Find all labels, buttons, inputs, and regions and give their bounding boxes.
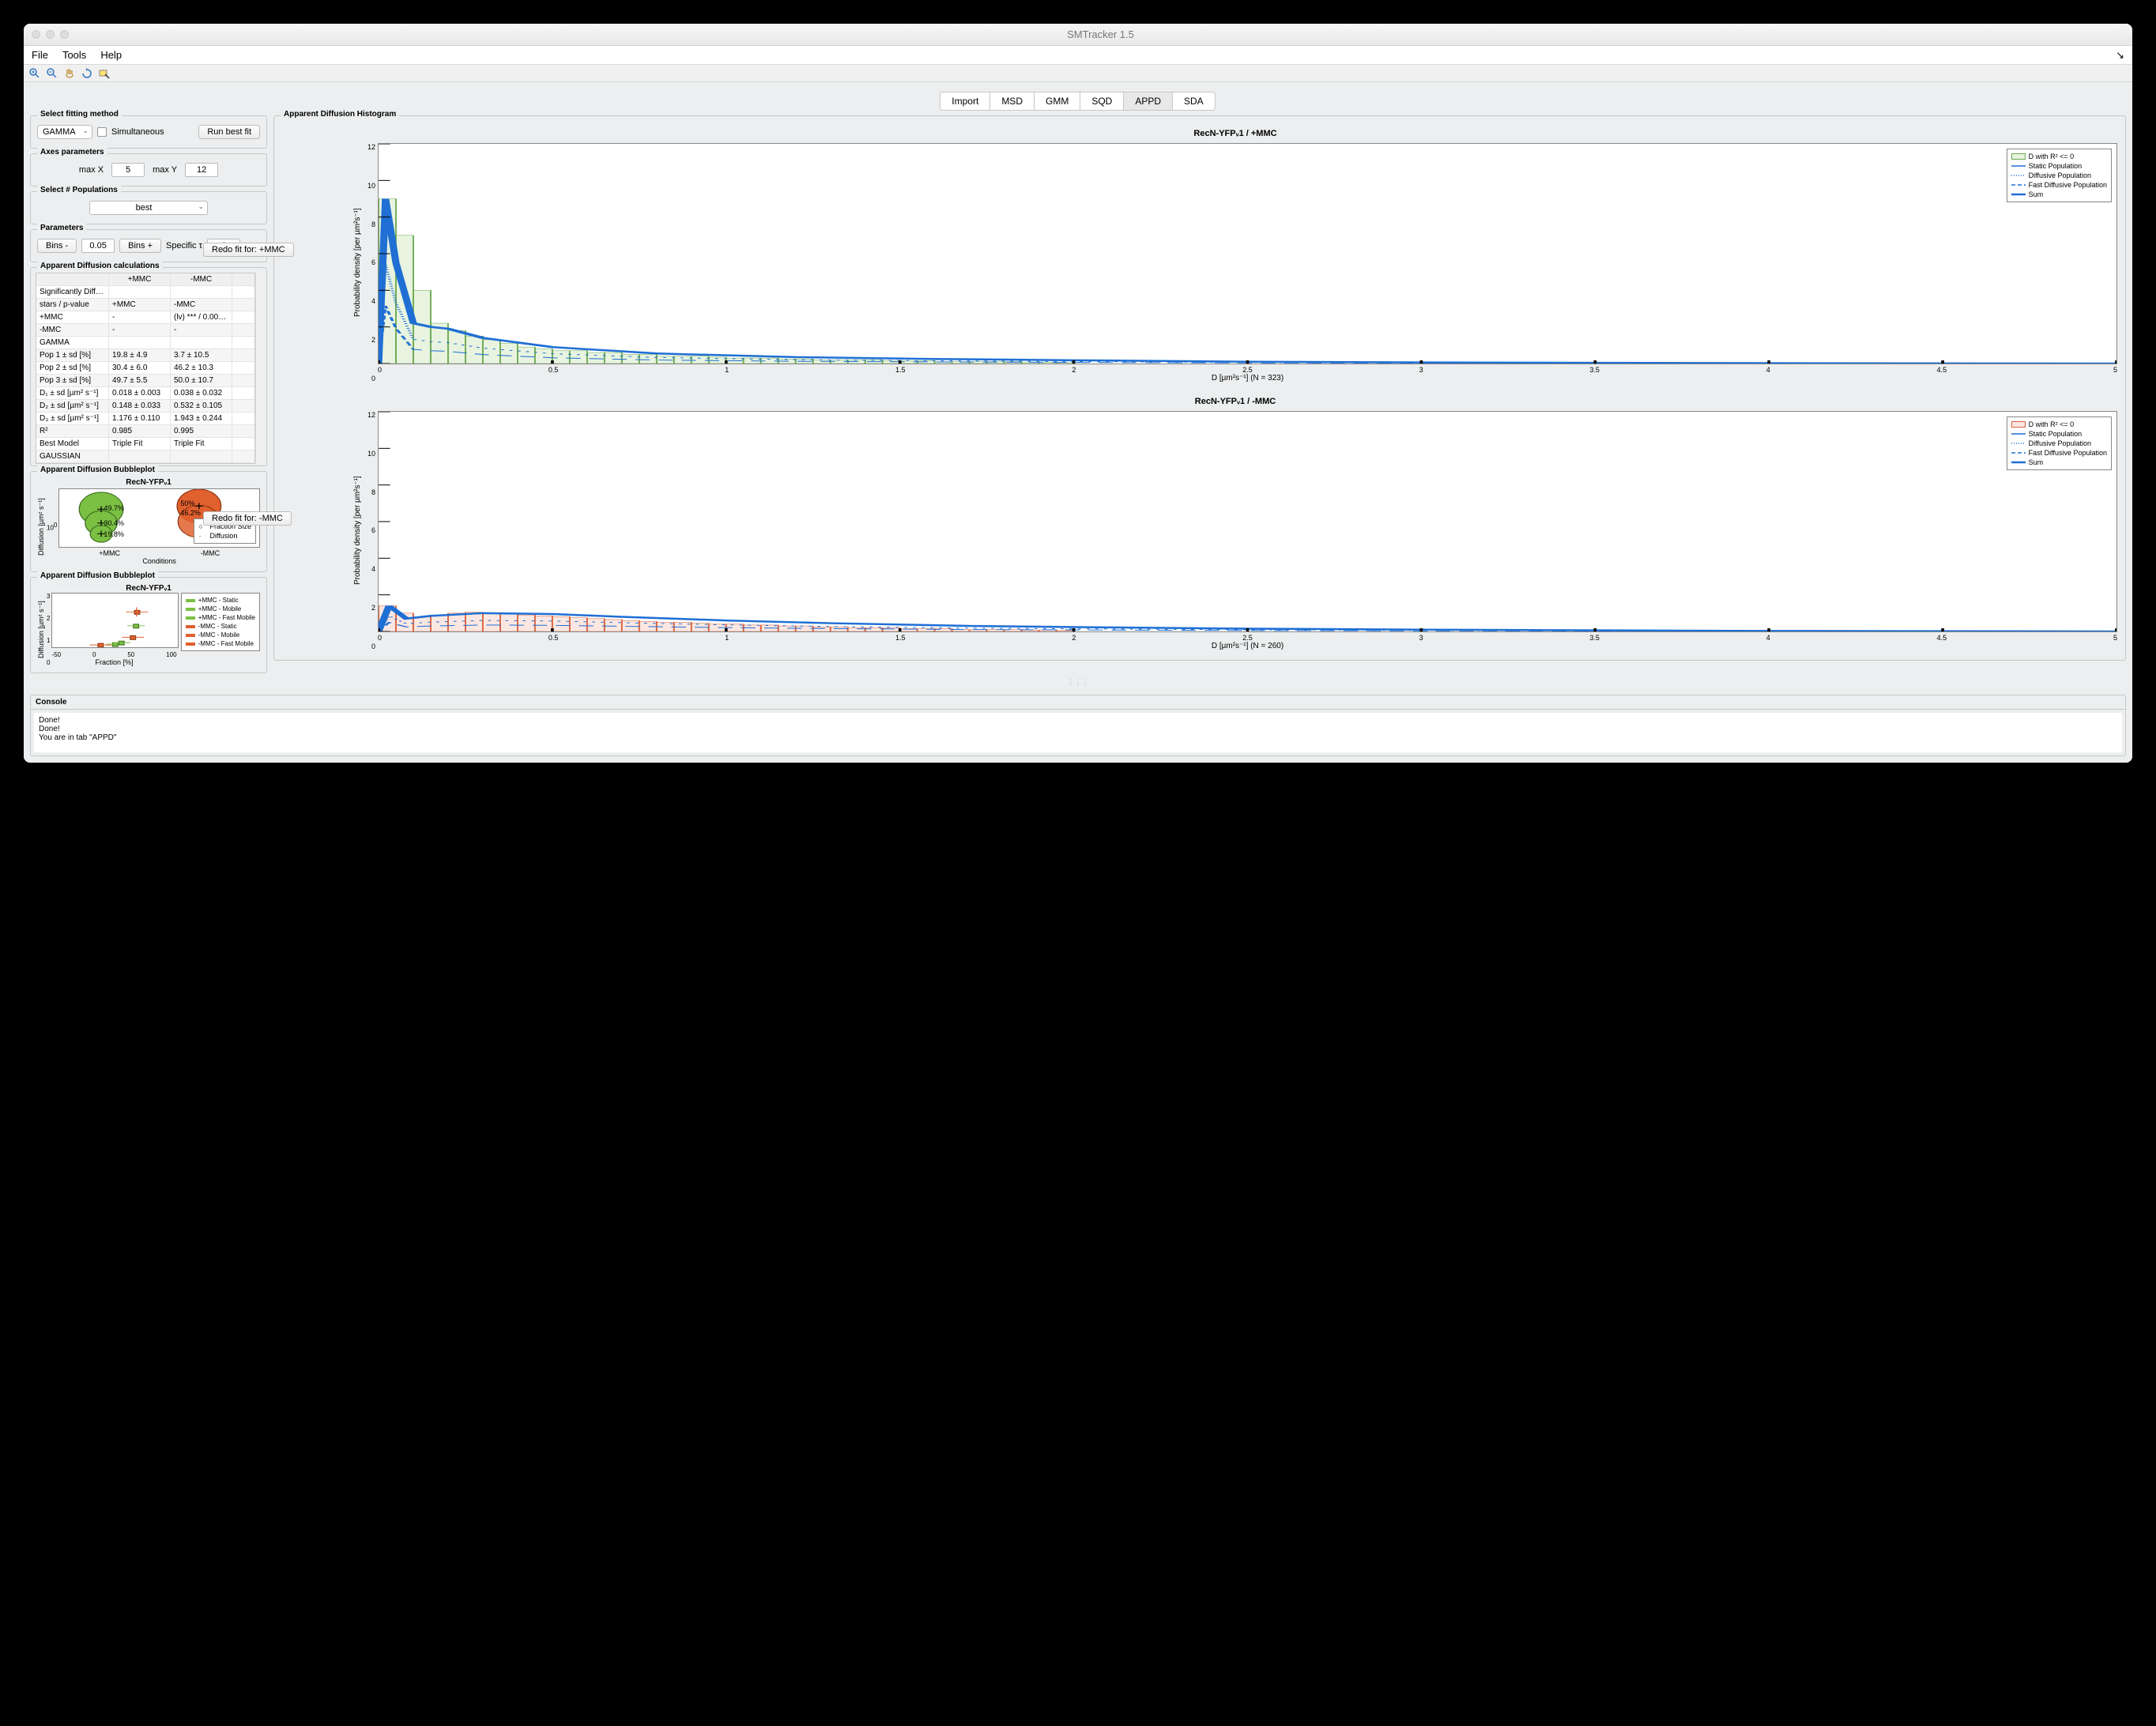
bins-plus-button[interactable]: Bins + — [119, 239, 161, 253]
content-area: Import MSD GMM SQD APPD SDA Select fitti… — [24, 82, 2132, 763]
table-row[interactable]: -MMC-- — [36, 324, 254, 337]
bubble-plot-title: RecN-YFPᵥ1 — [37, 478, 260, 487]
table-row[interactable]: Significantly Differe... — [36, 286, 254, 299]
zoom-in-icon[interactable] — [28, 67, 41, 80]
pops-title: Select # Populations — [37, 186, 121, 194]
maxx-label: max X — [79, 165, 104, 175]
fitting-group: Select fitting method GAMMA Simultaneous… — [30, 115, 267, 149]
bins-value-input[interactable] — [81, 239, 115, 253]
fitting-method-select[interactable]: GAMMA — [37, 125, 92, 139]
tab-appd[interactable]: APPD — [1123, 92, 1173, 111]
table-row[interactable]: Pop 2 ± sd [%]30.4 ± 6.046.2 ± 10.3 — [36, 362, 254, 375]
simultaneous-checkbox[interactable] — [97, 127, 107, 137]
chart1-xlabel: D [µm²s⁻¹] (N = 323) — [378, 374, 2117, 383]
menu-file[interactable]: File — [32, 49, 48, 61]
params-title: Parameters — [37, 224, 86, 232]
minimize-icon[interactable] — [46, 30, 55, 39]
table-row[interactable]: GAMMA — [36, 337, 254, 349]
dock-icon[interactable]: ↘ — [2116, 49, 2124, 62]
tab-gmm[interactable]: GMM — [1034, 92, 1080, 111]
calc-title: Apparent Diffusion calculations — [37, 262, 163, 270]
calc-group: Apparent Diffusion calculations +MMC -MM… — [30, 267, 267, 466]
data-cursor-icon[interactable] — [98, 67, 111, 80]
table-row[interactable]: D₁ ± sd [µm² s⁻¹]0.018 ± 0.0030.038 ± 0.… — [36, 387, 254, 400]
menubar: File Tools Help ↘ — [24, 46, 2132, 65]
table-header: +MMC -MMC — [36, 273, 254, 286]
axes-group: Axes parameters max X max Y — [30, 153, 267, 187]
chart2-title: RecN-YFPᵥ1 / -MMC — [353, 397, 2117, 406]
chart2-legend: D with R² <= 0 Static Population Diffusi… — [2007, 416, 2112, 470]
right-panel: Apparent Diffusion Histogram Redo fit fo… — [273, 115, 2126, 673]
populations-group: Select # Populations best — [30, 191, 267, 224]
table-row[interactable]: D₂ ± sd [µm² s⁻¹]0.148 ± 0.0330.532 ± 0.… — [36, 400, 254, 413]
chart2-xlabel: D [µm²s⁻¹] (N = 260) — [378, 642, 2117, 650]
close-icon[interactable] — [32, 30, 40, 39]
table-row[interactable]: Best ModelTriple FitTriple Fit — [36, 438, 254, 450]
menu-help[interactable]: Help — [100, 49, 122, 61]
redo-fit-plus-button[interactable]: Redo fit for: +MMC — [203, 243, 294, 257]
bubble-ytick: 100 — [47, 522, 57, 532]
maxx-input[interactable] — [111, 163, 145, 177]
histogram-group: Apparent Diffusion Histogram Redo fit fo… — [273, 115, 2126, 661]
bubble-title: Apparent Diffusion Bubbleplot — [37, 465, 158, 474]
rotate-icon[interactable] — [81, 67, 93, 80]
bubble2-title: Apparent Diffusion Bubbleplot — [37, 571, 158, 580]
bubble2-plot-title: RecN-YFPᵥ1 — [37, 584, 260, 593]
bubble-ylabel: Diffusion [µm² s⁻¹] — [37, 488, 45, 565]
bubble-xlabel: Conditions — [58, 557, 260, 565]
table-row[interactable]: Pop 3 ± sd [%]49.7 ± 5.550.0 ± 10.7 — [36, 375, 254, 387]
populations-select[interactable]: best — [89, 201, 208, 215]
redo-fit-minus-button[interactable]: Redo fit for: -MMC — [203, 511, 292, 526]
console-body[interactable]: Done! Done! You are in tab "APPD" — [34, 713, 2122, 752]
maxy-label: max Y — [153, 165, 177, 175]
console-panel: Console Done! Done! You are in tab "APPD… — [30, 695, 2126, 756]
splitter-icon[interactable]: ⋮⋮⋮ — [30, 678, 2126, 687]
tab-msd[interactable]: MSD — [989, 92, 1035, 111]
simultaneous-label: Simultaneous — [111, 127, 164, 137]
zoom-out-icon[interactable] — [46, 67, 58, 80]
main-tabs: Import MSD GMM SQD APPD SDA — [30, 92, 2126, 111]
tau-label: Specific τ — [166, 241, 202, 251]
table-row[interactable]: Pop 1 ± sd [%]19.8 ± 4.93.7 ± 10.5 — [36, 349, 254, 362]
pan-icon[interactable] — [63, 67, 76, 80]
chart1-legend: D with R² <= 0 Static Population Diffusi… — [2007, 149, 2112, 202]
tab-sqd[interactable]: SQD — [1080, 92, 1124, 111]
table-scrollbar[interactable] — [255, 273, 265, 464]
menu-tools[interactable]: Tools — [62, 49, 86, 61]
titlebar: SMTracker 1.5 — [24, 24, 2132, 46]
table-row[interactable]: GAUSSIAN — [36, 450, 254, 463]
chart1-area[interactable]: D with R² <= 0 Static Population Diffusi… — [378, 143, 2117, 364]
fitting-title: Select fitting method — [37, 110, 122, 119]
hist-title: Apparent Diffusion Histogram — [281, 110, 399, 119]
tab-sda[interactable]: SDA — [1172, 92, 1216, 111]
table-row[interactable]: D₃ ± sd [µm² s⁻¹]1.176 ± 0.1101.943 ± 0.… — [36, 413, 254, 425]
chart2-area[interactable]: D with R² <= 0 Static Population Diffusi… — [378, 411, 2117, 632]
bubble2-chart[interactable] — [51, 593, 178, 648]
bubble2-xlabel: Fraction [%] — [51, 658, 176, 666]
bubble2-ylabel: Diffusion [µm² s⁻¹] — [37, 593, 45, 666]
calc-table[interactable]: +MMC -MMC Significantly Differe...stars … — [36, 273, 255, 464]
bubble2-group: Apparent Diffusion Bubbleplot RecN-YFPᵥ1… — [30, 577, 267, 673]
app-window: SMTracker 1.5 File Tools Help ↘ Import M… — [24, 24, 2132, 763]
run-best-fit-button[interactable]: Run best fit — [198, 125, 260, 139]
window-controls — [32, 30, 69, 39]
console-title: Console — [31, 695, 2125, 710]
chart1-title: RecN-YFPᵥ1 / +MMC — [353, 129, 2117, 138]
table-row[interactable]: stars / p-value+MMC-MMC — [36, 299, 254, 311]
left-panel: Select fitting method GAMMA Simultaneous… — [30, 115, 267, 673]
tab-import[interactable]: Import — [940, 92, 990, 111]
toolbar — [24, 65, 2132, 82]
table-row[interactable]: R²0.9850.995 — [36, 425, 254, 438]
bins-minus-button[interactable]: Bins - — [37, 239, 77, 253]
table-row[interactable]: +MMC-(lv) *** / 0.000... — [36, 311, 254, 324]
maxy-input[interactable] — [185, 163, 218, 177]
window-title: SMTracker 1.5 — [77, 28, 2124, 40]
chart2-ylabel: Probability density [per µm²s⁻¹] — [353, 411, 362, 650]
chart1-ylabel: Probability density [per µm²s⁻¹] — [353, 143, 362, 383]
zoom-icon[interactable] — [60, 30, 69, 39]
axes-title: Axes parameters — [37, 148, 107, 156]
